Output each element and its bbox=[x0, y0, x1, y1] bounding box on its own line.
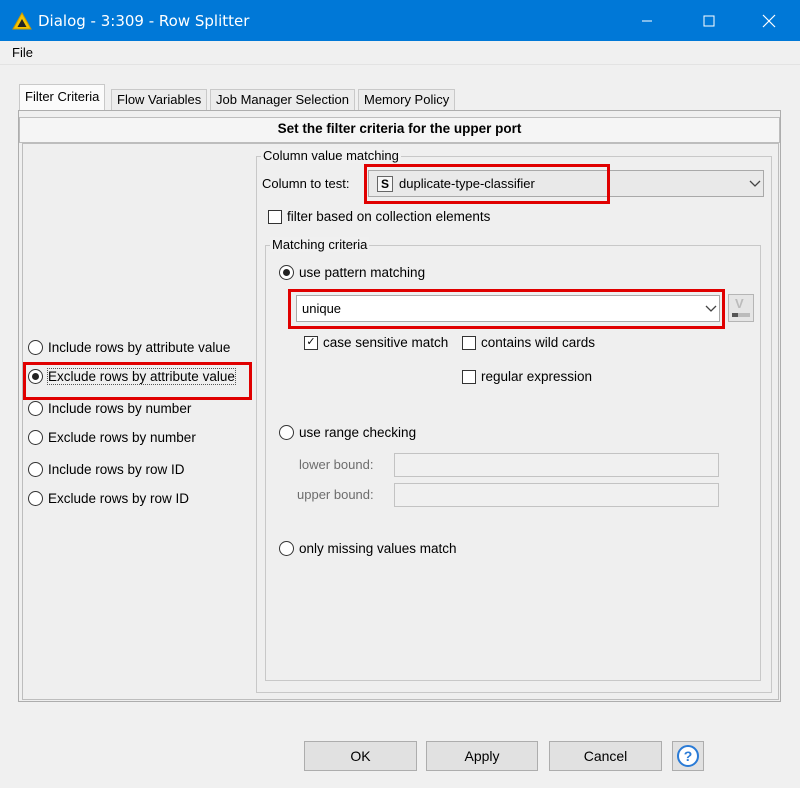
maximize-button[interactable] bbox=[686, 0, 732, 41]
maximize-icon bbox=[703, 15, 715, 26]
radio-circle[interactable] bbox=[28, 430, 43, 445]
checkbox-box[interactable] bbox=[268, 209, 282, 224]
radio-circle-selected[interactable] bbox=[28, 369, 43, 384]
help-icon: ? bbox=[677, 745, 699, 767]
pattern-input[interactable]: unique bbox=[296, 295, 720, 322]
apply-button[interactable]: Apply bbox=[426, 741, 538, 771]
case-sensitive-checkbox[interactable]: ✓ case sensitive match bbox=[304, 335, 448, 350]
checkbox-label: filter based on collection elements bbox=[287, 209, 491, 224]
lower-bound-label: lower bound: bbox=[299, 457, 374, 472]
panel-header-title: Set the filter criteria for the upper po… bbox=[277, 121, 522, 136]
radio-range-checking[interactable]: use range checking bbox=[279, 425, 416, 440]
radio-circle[interactable] bbox=[28, 401, 43, 416]
radio-label: use pattern matching bbox=[299, 265, 426, 280]
radio-label: Include rows by number bbox=[48, 401, 192, 416]
checkbox-box[interactable] bbox=[462, 335, 476, 350]
tab-job-manager-selection[interactable]: Job Manager Selection bbox=[210, 89, 355, 111]
checkbox-label: case sensitive match bbox=[323, 335, 449, 350]
window-title: Dialog - 3:309 - Row Splitter bbox=[38, 12, 250, 30]
upper-bound-field[interactable] bbox=[394, 483, 719, 507]
radio-exclude-number[interactable]: Exclude rows by number bbox=[28, 430, 196, 445]
matching-criteria-title: Matching criteria bbox=[270, 237, 370, 252]
help-button[interactable]: ? bbox=[672, 741, 704, 771]
radio-label: Exclude rows by row ID bbox=[48, 491, 190, 506]
radio-label: Exclude rows by attribute value bbox=[47, 368, 236, 385]
radio-circle[interactable] bbox=[28, 340, 43, 355]
radio-include-rowid[interactable]: Include rows by row ID bbox=[28, 462, 185, 477]
menu-file[interactable]: File bbox=[12, 45, 33, 60]
highlight-box-column bbox=[364, 164, 610, 204]
close-button[interactable] bbox=[746, 0, 792, 41]
menu-bar bbox=[0, 41, 800, 65]
radio-circle[interactable] bbox=[28, 491, 43, 506]
ok-button[interactable]: OK bbox=[304, 741, 417, 771]
wildcards-checkbox[interactable]: contains wild cards bbox=[462, 335, 595, 350]
collection-elements-checkbox[interactable]: filter based on collection elements bbox=[268, 209, 490, 224]
knime-warning-triangle-icon bbox=[12, 12, 32, 30]
chevron-down-icon bbox=[749, 180, 761, 187]
radio-circle-selected[interactable] bbox=[279, 265, 294, 280]
radio-circle[interactable] bbox=[279, 541, 294, 556]
radio-missing-values[interactable]: only missing values match bbox=[279, 541, 457, 556]
pattern-input-value: unique bbox=[302, 301, 342, 316]
chevron-down-icon bbox=[705, 305, 717, 312]
radio-label: only missing values match bbox=[299, 541, 457, 556]
variable-v-icon: V bbox=[735, 296, 744, 311]
radio-label: Include rows by attribute value bbox=[48, 340, 231, 355]
regex-checkbox[interactable]: regular expression bbox=[462, 369, 592, 384]
radio-pattern-matching[interactable]: use pattern matching bbox=[279, 265, 425, 280]
lower-bound-field[interactable] bbox=[394, 453, 719, 477]
checkbox-label: contains wild cards bbox=[481, 335, 596, 350]
minimize-icon bbox=[642, 20, 652, 21]
radio-exclude-rowid[interactable]: Exclude rows by row ID bbox=[28, 491, 189, 506]
radio-exclude-attribute[interactable]: Exclude rows by attribute value bbox=[28, 368, 236, 385]
flow-variable-button[interactable]: V bbox=[728, 294, 754, 322]
tab-filter-criteria[interactable]: Filter Criteria bbox=[19, 84, 106, 111]
tab-flow-variables[interactable]: Flow Variables bbox=[111, 89, 208, 111]
checkbox-box[interactable] bbox=[462, 369, 476, 384]
cancel-button[interactable]: Cancel bbox=[549, 741, 662, 771]
radio-label: Include rows by row ID bbox=[48, 462, 185, 477]
radio-circle[interactable] bbox=[28, 462, 43, 477]
column-to-test-label: Column to test: bbox=[262, 176, 350, 191]
radio-include-number[interactable]: Include rows by number bbox=[28, 401, 191, 416]
radio-label: Exclude rows by number bbox=[48, 430, 196, 445]
radio-circle[interactable] bbox=[279, 425, 294, 440]
checkbox-label: regular expression bbox=[481, 369, 593, 384]
upper-bound-label: upper bound: bbox=[297, 487, 374, 502]
radio-label: use range checking bbox=[299, 425, 417, 440]
variable-indicator-bar bbox=[738, 313, 750, 317]
column-value-matching-title: Column value matching bbox=[261, 148, 401, 163]
checkbox-box-checked[interactable]: ✓ bbox=[304, 335, 318, 350]
close-icon bbox=[762, 14, 776, 27]
tab-memory-policy[interactable]: Memory Policy bbox=[358, 89, 456, 111]
minimize-button[interactable] bbox=[624, 0, 670, 41]
radio-include-attribute[interactable]: Include rows by attribute value bbox=[28, 340, 230, 355]
